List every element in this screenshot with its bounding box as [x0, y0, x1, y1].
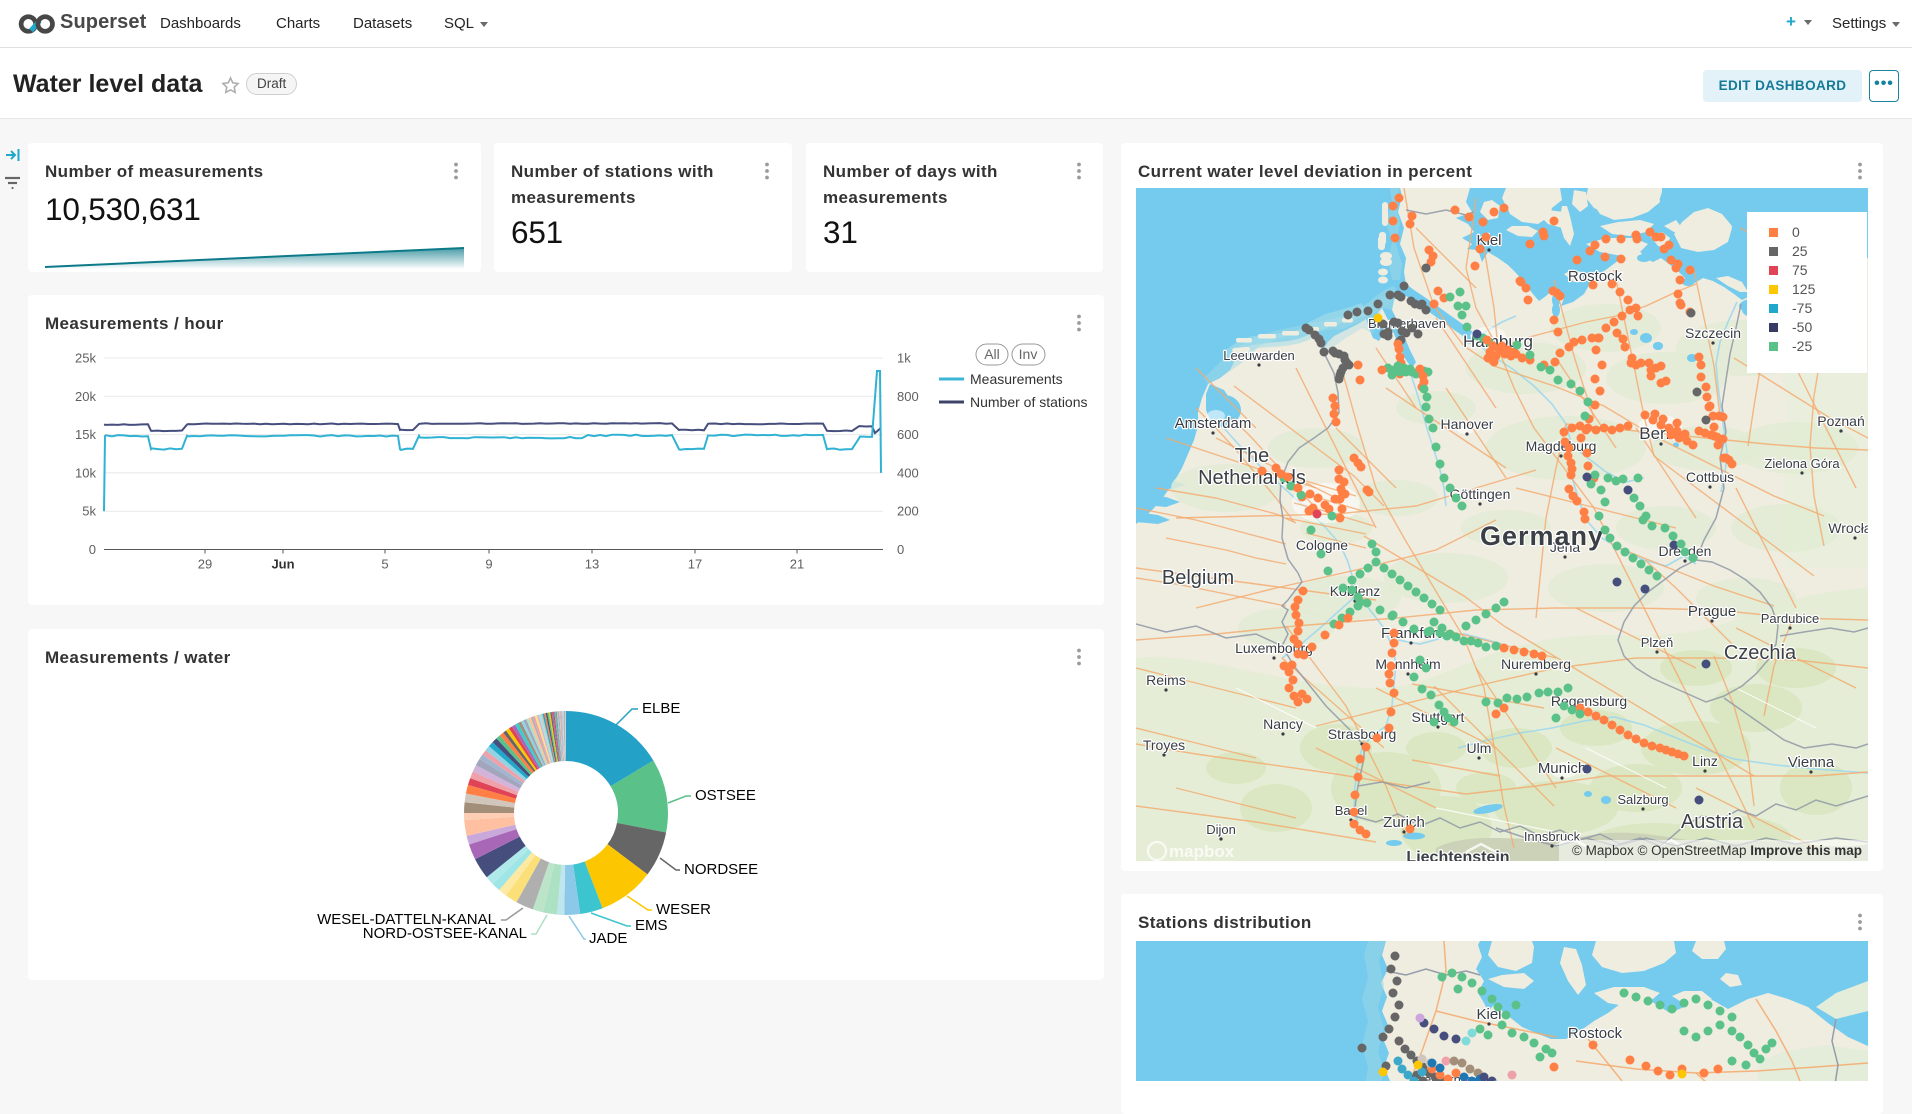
svg-text:Austria: Austria — [1681, 811, 1744, 833]
svg-text:-25: -25 — [1792, 338, 1812, 354]
svg-text:-75: -75 — [1792, 300, 1812, 316]
svg-text:Rostock: Rostock — [1568, 1025, 1623, 1042]
svg-text:Prague: Prague — [1688, 603, 1736, 620]
svg-text:Belgium: Belgium — [1162, 567, 1234, 589]
svg-text:5: 5 — [381, 557, 388, 572]
svg-text:EMS: EMS — [635, 917, 668, 934]
svg-text:20k: 20k — [75, 389, 96, 404]
svg-text:Zurich: Zurich — [1383, 814, 1425, 831]
svg-text:OSTSEE: OSTSEE — [695, 787, 756, 804]
svg-text:Leeuwarden: Leeuwarden — [1223, 348, 1295, 363]
svg-text:0: 0 — [897, 542, 904, 557]
svg-text:15k: 15k — [75, 427, 96, 442]
svg-text:200: 200 — [897, 504, 919, 519]
svg-text:Germany: Germany — [1480, 521, 1604, 551]
svg-text:Nuremberg: Nuremberg — [1501, 656, 1571, 672]
svg-text:0: 0 — [1792, 224, 1800, 240]
svg-text:Troyes: Troyes — [1143, 737, 1185, 753]
svg-text:Czechia: Czechia — [1724, 642, 1797, 664]
svg-text:Reims: Reims — [1146, 672, 1186, 688]
svg-text:25: 25 — [1792, 243, 1808, 259]
svg-text:Cottbus: Cottbus — [1686, 469, 1734, 485]
svg-text:Plzeň: Plzeň — [1641, 635, 1674, 650]
svg-text:Zielona Góra: Zielona Góra — [1764, 456, 1840, 471]
svg-text:Linz: Linz — [1692, 753, 1718, 769]
svg-text:The: The — [1235, 445, 1269, 467]
svg-text:Szczecin: Szczecin — [1685, 325, 1741, 341]
svg-text:Number of stations: Number of stations — [970, 394, 1088, 410]
svg-text:125: 125 — [1792, 281, 1816, 297]
svg-text:© Mapbox © OpenStreetMap Impro: © Mapbox © OpenStreetMap Improve this ma… — [1572, 843, 1862, 858]
svg-text:Pardubice: Pardubice — [1761, 611, 1820, 626]
svg-text:Nancy: Nancy — [1263, 716, 1303, 732]
svg-text:Poznań: Poznań — [1817, 413, 1864, 429]
svg-text:Salzburg: Salzburg — [1617, 792, 1668, 807]
svg-text:Wrocław: Wrocław — [1828, 520, 1868, 536]
svg-text:Munich: Munich — [1538, 760, 1586, 777]
svg-text:Hanover: Hanover — [1441, 416, 1494, 432]
svg-text:10k: 10k — [75, 465, 96, 480]
svg-text:600: 600 — [897, 427, 919, 442]
svg-text:21: 21 — [790, 557, 804, 572]
svg-text:NORDSEE: NORDSEE — [684, 861, 758, 878]
svg-text:29: 29 — [198, 557, 212, 572]
svg-text:ELBE: ELBE — [642, 700, 680, 717]
svg-text:WESER: WESER — [656, 901, 711, 918]
svg-text:400: 400 — [897, 465, 919, 480]
svg-text:Amsterdam: Amsterdam — [1175, 415, 1252, 432]
svg-text:1k: 1k — [897, 351, 911, 366]
svg-text:Ulm: Ulm — [1467, 740, 1492, 756]
svg-text:JADE: JADE — [589, 930, 627, 947]
svg-text:75: 75 — [1792, 262, 1808, 278]
svg-text:25k: 25k — [75, 351, 96, 366]
svg-text:13: 13 — [585, 557, 599, 572]
svg-text:Measurements: Measurements — [970, 371, 1063, 387]
svg-text:mapbox: mapbox — [1169, 842, 1235, 861]
svg-text:Vienna: Vienna — [1788, 754, 1835, 771]
svg-text:9: 9 — [485, 557, 492, 572]
svg-text:Jun: Jun — [271, 557, 294, 572]
svg-text:5k: 5k — [82, 504, 96, 519]
svg-text:Dijon: Dijon — [1206, 822, 1236, 837]
svg-text:Inv: Inv — [1019, 346, 1038, 362]
svg-text:0: 0 — [89, 542, 96, 557]
svg-text:Mannheim: Mannheim — [1375, 656, 1440, 672]
svg-text:Liechtenstein: Liechtenstein — [1406, 849, 1509, 861]
svg-text:WESEL-DATTELN-KANAL: WESEL-DATTELN-KANAL — [317, 911, 496, 928]
svg-text:-50: -50 — [1792, 319, 1812, 335]
svg-text:All: All — [984, 346, 1000, 362]
svg-text:17: 17 — [688, 557, 702, 572]
svg-text:800: 800 — [897, 389, 919, 404]
